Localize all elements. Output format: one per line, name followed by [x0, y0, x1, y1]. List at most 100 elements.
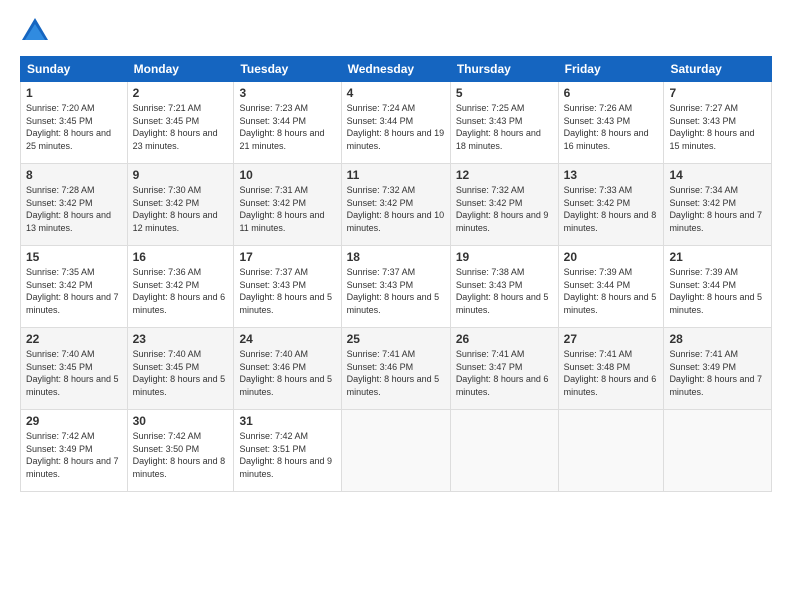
calendar-cell: 18 Sunrise: 7:37 AMSunset: 3:43 PMDayligh… — [341, 246, 450, 328]
calendar-cell: 22 Sunrise: 7:40 AMSunset: 3:45 PMDayligh… — [21, 328, 128, 410]
day-info: Sunrise: 7:37 AMSunset: 3:43 PMDaylight:… — [239, 267, 332, 315]
day-info: Sunrise: 7:36 AMSunset: 3:42 PMDaylight:… — [133, 267, 226, 315]
day-number: 23 — [133, 332, 229, 346]
day-number: 30 — [133, 414, 229, 428]
day-number: 6 — [564, 86, 659, 100]
day-header: Sunday — [21, 57, 128, 82]
calendar-cell: 13 Sunrise: 7:33 AMSunset: 3:42 PMDayligh… — [558, 164, 664, 246]
day-info: Sunrise: 7:25 AMSunset: 3:43 PMDaylight:… — [456, 103, 541, 151]
calendar-cell — [450, 410, 558, 492]
calendar-cell: 3 Sunrise: 7:23 AMSunset: 3:44 PMDaylight… — [234, 82, 341, 164]
day-number: 1 — [26, 86, 122, 100]
day-info: Sunrise: 7:31 AMSunset: 3:42 PMDaylight:… — [239, 185, 324, 233]
day-number: 4 — [347, 86, 445, 100]
day-number: 16 — [133, 250, 229, 264]
day-number: 7 — [669, 86, 766, 100]
calendar-cell: 25 Sunrise: 7:41 AMSunset: 3:46 PMDayligh… — [341, 328, 450, 410]
day-number: 11 — [347, 168, 445, 182]
day-number: 18 — [347, 250, 445, 264]
day-info: Sunrise: 7:34 AMSunset: 3:42 PMDaylight:… — [669, 185, 762, 233]
day-info: Sunrise: 7:40 AMSunset: 3:46 PMDaylight:… — [239, 349, 332, 397]
calendar-cell: 8 Sunrise: 7:28 AMSunset: 3:42 PMDaylight… — [21, 164, 128, 246]
calendar-cell: 21 Sunrise: 7:39 AMSunset: 3:44 PMDayligh… — [664, 246, 772, 328]
day-number: 10 — [239, 168, 335, 182]
day-info: Sunrise: 7:35 AMSunset: 3:42 PMDaylight:… — [26, 267, 119, 315]
day-info: Sunrise: 7:33 AMSunset: 3:42 PMDaylight:… — [564, 185, 657, 233]
day-number: 28 — [669, 332, 766, 346]
day-header: Wednesday — [341, 57, 450, 82]
calendar-cell: 16 Sunrise: 7:36 AMSunset: 3:42 PMDayligh… — [127, 246, 234, 328]
day-number: 17 — [239, 250, 335, 264]
day-number: 5 — [456, 86, 553, 100]
day-info: Sunrise: 7:26 AMSunset: 3:43 PMDaylight:… — [564, 103, 649, 151]
calendar-table: SundayMondayTuesdayWednesdayThursdayFrid… — [20, 56, 772, 492]
day-info: Sunrise: 7:27 AMSunset: 3:43 PMDaylight:… — [669, 103, 754, 151]
calendar-cell: 24 Sunrise: 7:40 AMSunset: 3:46 PMDayligh… — [234, 328, 341, 410]
day-info: Sunrise: 7:41 AMSunset: 3:49 PMDaylight:… — [669, 349, 762, 397]
day-info: Sunrise: 7:40 AMSunset: 3:45 PMDaylight:… — [133, 349, 226, 397]
day-info: Sunrise: 7:41 AMSunset: 3:47 PMDaylight:… — [456, 349, 549, 397]
day-number: 25 — [347, 332, 445, 346]
day-info: Sunrise: 7:21 AMSunset: 3:45 PMDaylight:… — [133, 103, 218, 151]
day-number: 24 — [239, 332, 335, 346]
day-info: Sunrise: 7:39 AMSunset: 3:44 PMDaylight:… — [669, 267, 762, 315]
day-number: 15 — [26, 250, 122, 264]
calendar-cell: 15 Sunrise: 7:35 AMSunset: 3:42 PMDayligh… — [21, 246, 128, 328]
day-header: Thursday — [450, 57, 558, 82]
day-number: 26 — [456, 332, 553, 346]
calendar-cell: 9Sunrise: 7:30 AMSunset: 3:42 PMDaylight… — [127, 164, 234, 246]
day-number: 22 — [26, 332, 122, 346]
day-info: Sunrise: 7:41 AMSunset: 3:46 PMDaylight:… — [347, 349, 440, 397]
day-info: Sunrise: 7:40 AMSunset: 3:45 PMDaylight:… — [26, 349, 119, 397]
day-number: 20 — [564, 250, 659, 264]
day-info: Sunrise: 7:41 AMSunset: 3:48 PMDaylight:… — [564, 349, 657, 397]
calendar-cell: 27Sunrise: 7:41 AMSunset: 3:48 PMDayligh… — [558, 328, 664, 410]
calendar-cell: 6 Sunrise: 7:26 AMSunset: 3:43 PMDaylight… — [558, 82, 664, 164]
day-info: Sunrise: 7:30 AMSunset: 3:42 PMDaylight:… — [133, 185, 218, 233]
day-header: Friday — [558, 57, 664, 82]
day-info: Sunrise: 7:38 AMSunset: 3:43 PMDaylight:… — [456, 267, 549, 315]
calendar-cell: 30 Sunrise: 7:42 AMSunset: 3:50 PMDayligh… — [127, 410, 234, 492]
day-number: 21 — [669, 250, 766, 264]
day-info: Sunrise: 7:42 AMSunset: 3:49 PMDaylight:… — [26, 431, 119, 479]
day-info: Sunrise: 7:32 AMSunset: 3:42 PMDaylight:… — [347, 185, 445, 233]
calendar-cell: 17 Sunrise: 7:37 AMSunset: 3:43 PMDayligh… — [234, 246, 341, 328]
day-number: 3 — [239, 86, 335, 100]
calendar-cell: 5 Sunrise: 7:25 AMSunset: 3:43 PMDaylight… — [450, 82, 558, 164]
calendar-cell: 11 Sunrise: 7:32 AMSunset: 3:42 PMDayligh… — [341, 164, 450, 246]
day-info: Sunrise: 7:32 AMSunset: 3:42 PMDaylight:… — [456, 185, 549, 233]
logo — [20, 16, 54, 46]
day-number: 19 — [456, 250, 553, 264]
calendar-cell: 2Sunrise: 7:21 AMSunset: 3:45 PMDaylight… — [127, 82, 234, 164]
calendar-cell: 19 Sunrise: 7:38 AMSunset: 3:43 PMDayligh… — [450, 246, 558, 328]
calendar-cell: 12 Sunrise: 7:32 AMSunset: 3:42 PMDayligh… — [450, 164, 558, 246]
day-number: 29 — [26, 414, 122, 428]
day-number: 8 — [26, 168, 122, 182]
day-info: Sunrise: 7:39 AMSunset: 3:44 PMDaylight:… — [564, 267, 657, 315]
calendar-cell: 20 Sunrise: 7:39 AMSunset: 3:44 PMDayligh… — [558, 246, 664, 328]
calendar-cell — [558, 410, 664, 492]
calendar-cell: 1 Sunrise: 7:20 AMSunset: 3:45 PMDaylight… — [21, 82, 128, 164]
calendar-cell: 14 Sunrise: 7:34 AMSunset: 3:42 PMDayligh… — [664, 164, 772, 246]
calendar-cell — [664, 410, 772, 492]
day-number: 13 — [564, 168, 659, 182]
calendar-cell: 23 Sunrise: 7:40 AMSunset: 3:45 PMDayligh… — [127, 328, 234, 410]
day-info: Sunrise: 7:23 AMSunset: 3:44 PMDaylight:… — [239, 103, 324, 151]
day-info: Sunrise: 7:20 AMSunset: 3:45 PMDaylight:… — [26, 103, 111, 151]
day-info: Sunrise: 7:28 AMSunset: 3:42 PMDaylight:… — [26, 185, 111, 233]
day-number: 14 — [669, 168, 766, 182]
calendar-cell: 26 Sunrise: 7:41 AMSunset: 3:47 PMDayligh… — [450, 328, 558, 410]
day-info: Sunrise: 7:42 AMSunset: 3:50 PMDaylight:… — [133, 431, 226, 479]
calendar-page: SundayMondayTuesdayWednesdayThursdayFrid… — [0, 0, 792, 612]
day-number: 31 — [239, 414, 335, 428]
day-number: 12 — [456, 168, 553, 182]
day-header: Tuesday — [234, 57, 341, 82]
calendar-cell: 7 Sunrise: 7:27 AMSunset: 3:43 PMDaylight… — [664, 82, 772, 164]
calendar-cell: 28 Sunrise: 7:41 AMSunset: 3:49 PMDayligh… — [664, 328, 772, 410]
day-header: Saturday — [664, 57, 772, 82]
header — [20, 16, 772, 46]
calendar-cell: 10 Sunrise: 7:31 AMSunset: 3:42 PMDayligh… — [234, 164, 341, 246]
calendar-cell — [341, 410, 450, 492]
day-info: Sunrise: 7:24 AMSunset: 3:44 PMDaylight:… — [347, 103, 445, 151]
day-info: Sunrise: 7:37 AMSunset: 3:43 PMDaylight:… — [347, 267, 440, 315]
